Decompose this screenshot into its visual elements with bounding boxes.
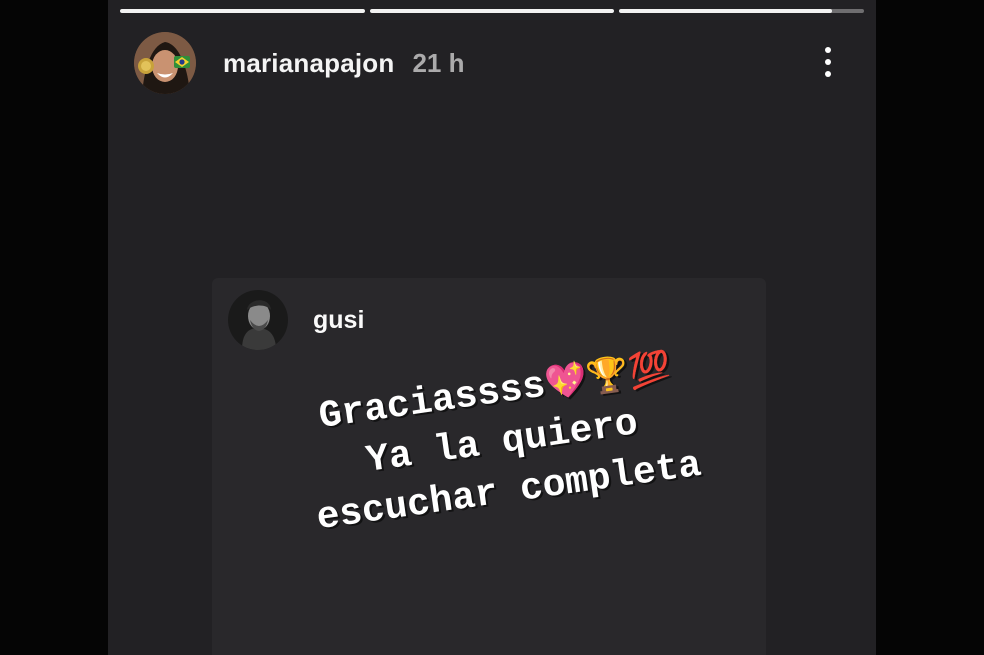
progress-segment	[369, 9, 615, 13]
reply-emojis: 💖🏆💯	[542, 346, 674, 405]
story-viewer[interactable]: marianapajon 21 h gusi Graciassss💖🏆💯 Ya …	[108, 0, 876, 655]
reply-message: Graciassss💖🏆💯 Ya la quiero escuchar comp…	[234, 331, 770, 554]
more-options-button[interactable]	[810, 40, 846, 84]
progress-fill	[619, 9, 833, 13]
profile-photo-icon	[134, 32, 196, 94]
screen: marianapajon 21 h gusi Graciassss💖🏆💯 Ya …	[0, 0, 984, 655]
more-vertical-icon-dot	[825, 71, 831, 77]
reply-username[interactable]: gusi	[313, 306, 364, 335]
reply-header: gusi	[228, 290, 364, 350]
avatar[interactable]	[134, 32, 196, 94]
story-timestamp: 21 h	[412, 47, 465, 78]
progress-fill	[120, 9, 365, 13]
shared-reply-card: gusi Graciassss💖🏆💯 Ya la quiero escuchar…	[212, 278, 766, 655]
progress-fill	[369, 9, 615, 13]
progress-segment	[619, 9, 865, 13]
profile-photo-icon	[228, 290, 288, 350]
story-header: marianapajon 21 h	[134, 31, 464, 95]
more-vertical-icon	[825, 47, 831, 53]
more-vertical-icon-dot	[825, 59, 831, 65]
progress-segment	[120, 9, 365, 13]
reply-avatar[interactable]	[228, 290, 288, 350]
story-username[interactable]: marianapajon	[223, 48, 394, 79]
story-progress-bar	[120, 9, 865, 13]
